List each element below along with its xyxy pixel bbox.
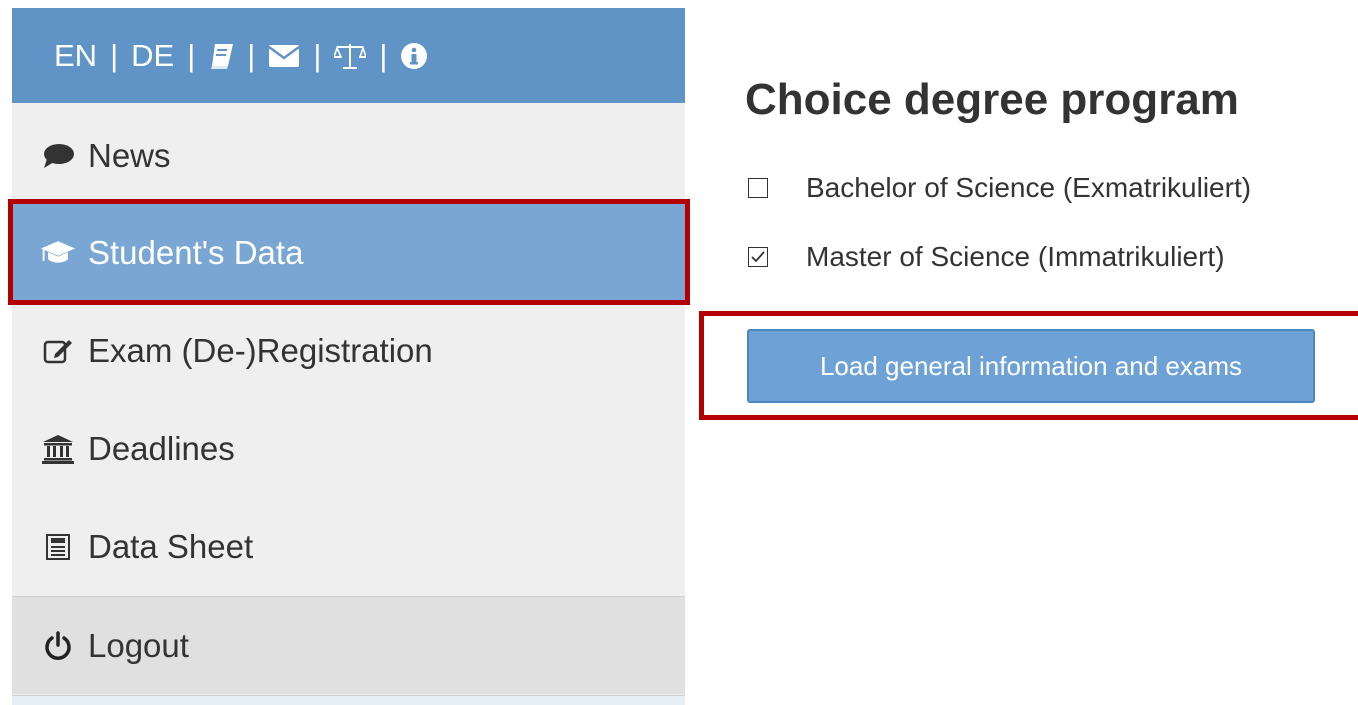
checkbox-master[interactable] <box>748 247 768 267</box>
separator: | <box>247 37 256 73</box>
separator: | <box>187 37 196 73</box>
sidebar-item-label: Data Sheet <box>88 528 254 565</box>
degree-option-label: Bachelor of Science (Exmatrikuliert) <box>806 172 1252 203</box>
sidebar-item-news[interactable]: News <box>12 107 685 205</box>
sidebar-item-label: Deadlines <box>88 430 235 467</box>
institution-icon <box>40 431 76 467</box>
comment-icon <box>40 138 76 174</box>
check-icon <box>751 251 765 263</box>
envelope-icon[interactable] <box>268 44 301 68</box>
language-en-link[interactable]: EN <box>54 38 97 74</box>
degree-option-master[interactable]: Master of Science (Immatrikuliert) <box>748 241 1225 273</box>
sidebar-item-label: Student's Data <box>88 234 304 271</box>
degree-option-bachelor[interactable]: Bachelor of Science (Exmatrikuliert) <box>748 172 1251 204</box>
sidebar-item-data-sheet[interactable]: Data Sheet <box>12 498 685 596</box>
balance-scale-icon[interactable] <box>334 42 367 70</box>
sidebar-item-label: Exam (De-)Registration <box>88 332 433 369</box>
sidebar-item-exam-registration[interactable]: Exam (De-)Registration <box>12 302 685 400</box>
sidebar-item-label: Logout <box>88 626 189 664</box>
info-icon[interactable] <box>400 42 428 70</box>
sidebar-item-logout[interactable]: Logout <box>12 596 685 694</box>
sidebar-item-students-data[interactable]: Student's Data <box>12 204 685 302</box>
language-de-link[interactable]: DE <box>131 38 174 74</box>
load-general-information-button[interactable]: Load general information and exams <box>747 329 1315 403</box>
sidebar-item-label: News <box>88 137 171 174</box>
graduation-cap-icon <box>40 235 76 271</box>
sidebar-item-deadlines[interactable]: Deadlines <box>12 400 685 498</box>
checkbox-bachelor[interactable] <box>748 178 768 198</box>
separator: | <box>379 37 388 73</box>
separator: | <box>313 37 322 73</box>
book-icon[interactable] <box>208 42 234 70</box>
sidebar: EN | DE | | | | News Student's Data Exam… <box>12 8 685 705</box>
edit-icon <box>40 333 76 369</box>
separator: | <box>110 37 119 73</box>
page-title: Choice degree program <box>745 75 1239 124</box>
power-icon <box>40 628 76 664</box>
degree-option-label: Master of Science (Immatrikuliert) <box>806 241 1225 272</box>
top-bar: EN | DE | | | | <box>12 8 685 103</box>
data-sheet-icon <box>40 529 76 565</box>
